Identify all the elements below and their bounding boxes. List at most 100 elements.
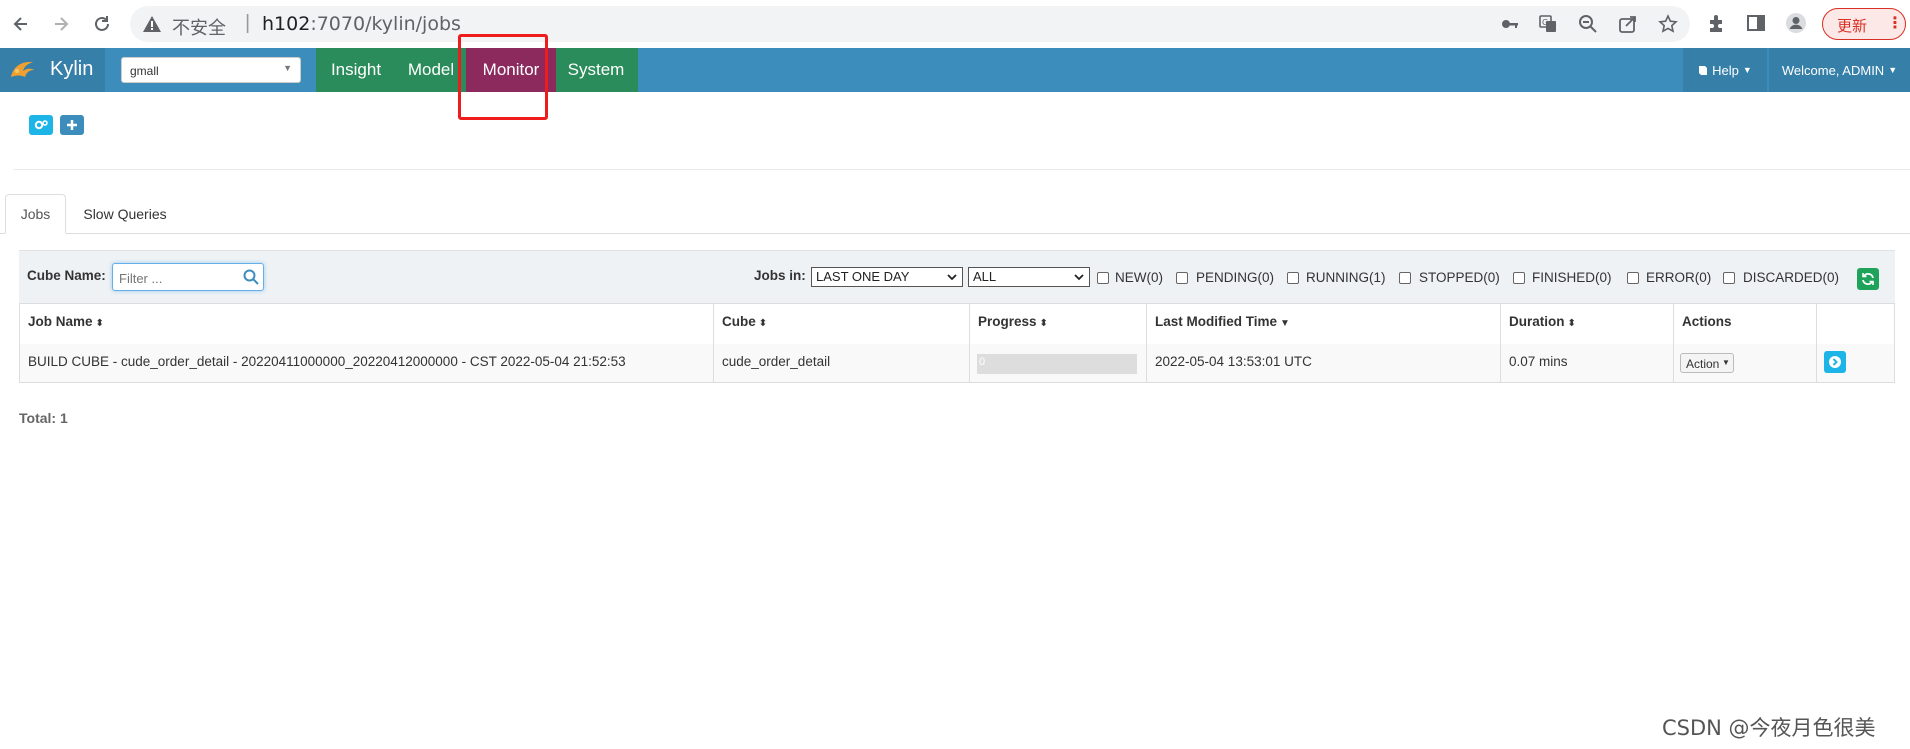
sort-desc-icon: ▼ bbox=[1280, 318, 1290, 329]
header-cube-label: Cube bbox=[722, 314, 756, 329]
more-menu-icon[interactable]: ⋮ bbox=[1887, 13, 1903, 32]
cube-name-filter[interactable] bbox=[112, 263, 264, 291]
insecure-label: 不安全 bbox=[172, 18, 226, 39]
chevron-down-icon: ▼ bbox=[1742, 65, 1752, 75]
search-icon[interactable] bbox=[243, 269, 259, 285]
status-finished-checkbox[interactable] bbox=[1513, 272, 1525, 284]
status-discarded-label: DISCARDED(0) bbox=[1743, 270, 1840, 285]
status-new-checkbox[interactable] bbox=[1097, 272, 1109, 284]
status-error-label: ERROR(0) bbox=[1646, 270, 1712, 285]
cell-last-modified: 2022-05-04 13:53:01 UTC bbox=[1147, 344, 1500, 382]
divider bbox=[14, 169, 1910, 170]
monitor-highlight bbox=[458, 34, 548, 120]
status-stopped-checkbox[interactable] bbox=[1399, 272, 1411, 284]
header-job-name[interactable]: Job Name ⬍ bbox=[20, 304, 713, 344]
book-icon bbox=[1699, 65, 1708, 75]
refresh-button[interactable] bbox=[1857, 268, 1879, 290]
browser-toolbar: 不安全 | h102:7070/kylin/jobs G 更新 ⋮ bbox=[0, 0, 1910, 49]
url-path: :7070/kylin/jobs bbox=[310, 13, 461, 35]
status-discarded-checkbox[interactable] bbox=[1723, 272, 1735, 284]
header-duration[interactable]: Duration ⬍ bbox=[1501, 304, 1673, 344]
status-pending-label: PENDING(0) bbox=[1196, 270, 1275, 285]
extensions-icon[interactable] bbox=[1706, 12, 1728, 34]
job-detail-button[interactable] bbox=[1824, 351, 1846, 373]
url-text[interactable]: h102:7070/kylin/jobs bbox=[262, 13, 461, 35]
forward-button[interactable] bbox=[45, 8, 77, 40]
status-pending-checkbox[interactable] bbox=[1176, 272, 1188, 284]
user-menu[interactable]: Welcome, ADMIN ▼ bbox=[1769, 48, 1910, 92]
back-button[interactable] bbox=[5, 8, 37, 40]
chevron-circle-right-icon bbox=[1829, 356, 1841, 368]
jobs-filter-bar: Cube Name: Jobs in: LAST ONE DAY ALL NEW… bbox=[19, 250, 1895, 303]
action-label: Action bbox=[1686, 357, 1720, 371]
cell-cube[interactable]: cude_order_detail bbox=[714, 344, 969, 382]
menu-system[interactable]: System bbox=[556, 48, 636, 92]
add-button[interactable] bbox=[60, 115, 84, 135]
svg-text:G: G bbox=[1542, 18, 1548, 27]
header-last-modified[interactable]: Last Modified Time ▼ bbox=[1147, 304, 1500, 344]
arrow-right-icon bbox=[55, 17, 69, 31]
progress-text: 0 bbox=[979, 356, 986, 368]
header-progress[interactable]: Progress ⬍ bbox=[970, 304, 1146, 344]
watermark: CSDN @今夜月色很美 bbox=[1662, 716, 1876, 740]
status-scope-select[interactable]: ALL bbox=[968, 267, 1090, 287]
project-select[interactable]: gmall ▼ bbox=[121, 57, 301, 83]
share-icon[interactable] bbox=[1618, 14, 1638, 34]
action-dropdown-button[interactable]: Action ▼ bbox=[1680, 353, 1734, 373]
warning-icon bbox=[143, 16, 161, 32]
menu-model[interactable]: Model bbox=[396, 48, 466, 92]
status-new-label: NEW(0) bbox=[1115, 270, 1163, 285]
project-value: gmall bbox=[130, 64, 159, 78]
brand-name: Kylin bbox=[50, 58, 94, 80]
status-error-checkbox[interactable] bbox=[1627, 272, 1639, 284]
kylin-logo-icon bbox=[11, 61, 34, 77]
header-cube[interactable]: Cube ⬍ bbox=[714, 304, 969, 344]
kylin-navbar: Kylin gmall ▼ Insight Model Monitor Syst… bbox=[0, 48, 1910, 92]
chevron-down-icon: ▼ bbox=[1888, 65, 1898, 75]
tabs-baseline bbox=[0, 233, 1910, 234]
zoom-out-icon[interactable] bbox=[1578, 14, 1598, 34]
status-scope-value: ALL bbox=[973, 269, 997, 284]
update-label: 更新 bbox=[1837, 17, 1868, 35]
total-count: Total: 1 bbox=[19, 410, 68, 426]
arrow-left-icon bbox=[13, 17, 27, 31]
status-running-label: RUNNING(1) bbox=[1306, 270, 1386, 285]
cell-job-name[interactable]: BUILD CUBE - cude_order_detail - 2022041… bbox=[20, 344, 713, 382]
job-settings-button[interactable] bbox=[29, 115, 53, 135]
translate-icon[interactable]: G bbox=[1538, 14, 1558, 34]
time-period-select[interactable]: LAST ONE DAY bbox=[811, 267, 963, 287]
header-job-name-label: Job Name bbox=[28, 314, 93, 329]
chevron-down-icon bbox=[1074, 274, 1084, 281]
cube-name-input[interactable] bbox=[117, 267, 231, 289]
time-period-value: LAST ONE DAY bbox=[816, 269, 910, 284]
help-label: Help bbox=[1712, 62, 1739, 78]
key-icon[interactable] bbox=[1500, 14, 1520, 34]
chevron-down-icon bbox=[947, 274, 957, 281]
header-duration-label: Duration bbox=[1509, 314, 1565, 329]
caret-down-icon: ▼ bbox=[1722, 358, 1730, 367]
welcome-label: Welcome, ADMIN bbox=[1781, 62, 1885, 78]
gears-icon bbox=[34, 120, 48, 130]
url-host: h102 bbox=[262, 13, 311, 35]
reload-button[interactable] bbox=[86, 8, 118, 40]
url-separator: | bbox=[245, 12, 251, 34]
side-panel-icon[interactable] bbox=[1745, 12, 1767, 34]
sort-icon: ⬍ bbox=[1039, 318, 1048, 329]
help-menu[interactable]: Help ▼ bbox=[1683, 48, 1767, 92]
header-actions: Actions bbox=[1682, 314, 1732, 329]
sort-icon: ⬍ bbox=[95, 318, 104, 329]
update-button[interactable]: 更新 ⋮ bbox=[1822, 8, 1906, 40]
tab-jobs[interactable]: Jobs bbox=[5, 194, 66, 234]
header-progress-label: Progress bbox=[978, 314, 1037, 329]
sort-icon: ⬍ bbox=[1567, 318, 1576, 329]
status-running-checkbox[interactable] bbox=[1287, 272, 1299, 284]
profile-avatar-icon[interactable] bbox=[1785, 12, 1807, 34]
select-caret-icon: ▼ bbox=[283, 63, 292, 73]
menu-insight[interactable]: Insight bbox=[316, 48, 396, 92]
bookmark-star-icon[interactable] bbox=[1658, 14, 1678, 34]
plus-icon bbox=[67, 120, 77, 130]
address-bar[interactable]: 不安全 | h102:7070/kylin/jobs G bbox=[130, 6, 1690, 42]
tab-slow-queries[interactable]: Slow Queries bbox=[70, 194, 180, 234]
sort-icon: ⬍ bbox=[758, 318, 768, 329]
kylin-brand[interactable]: Kylin bbox=[0, 48, 105, 92]
